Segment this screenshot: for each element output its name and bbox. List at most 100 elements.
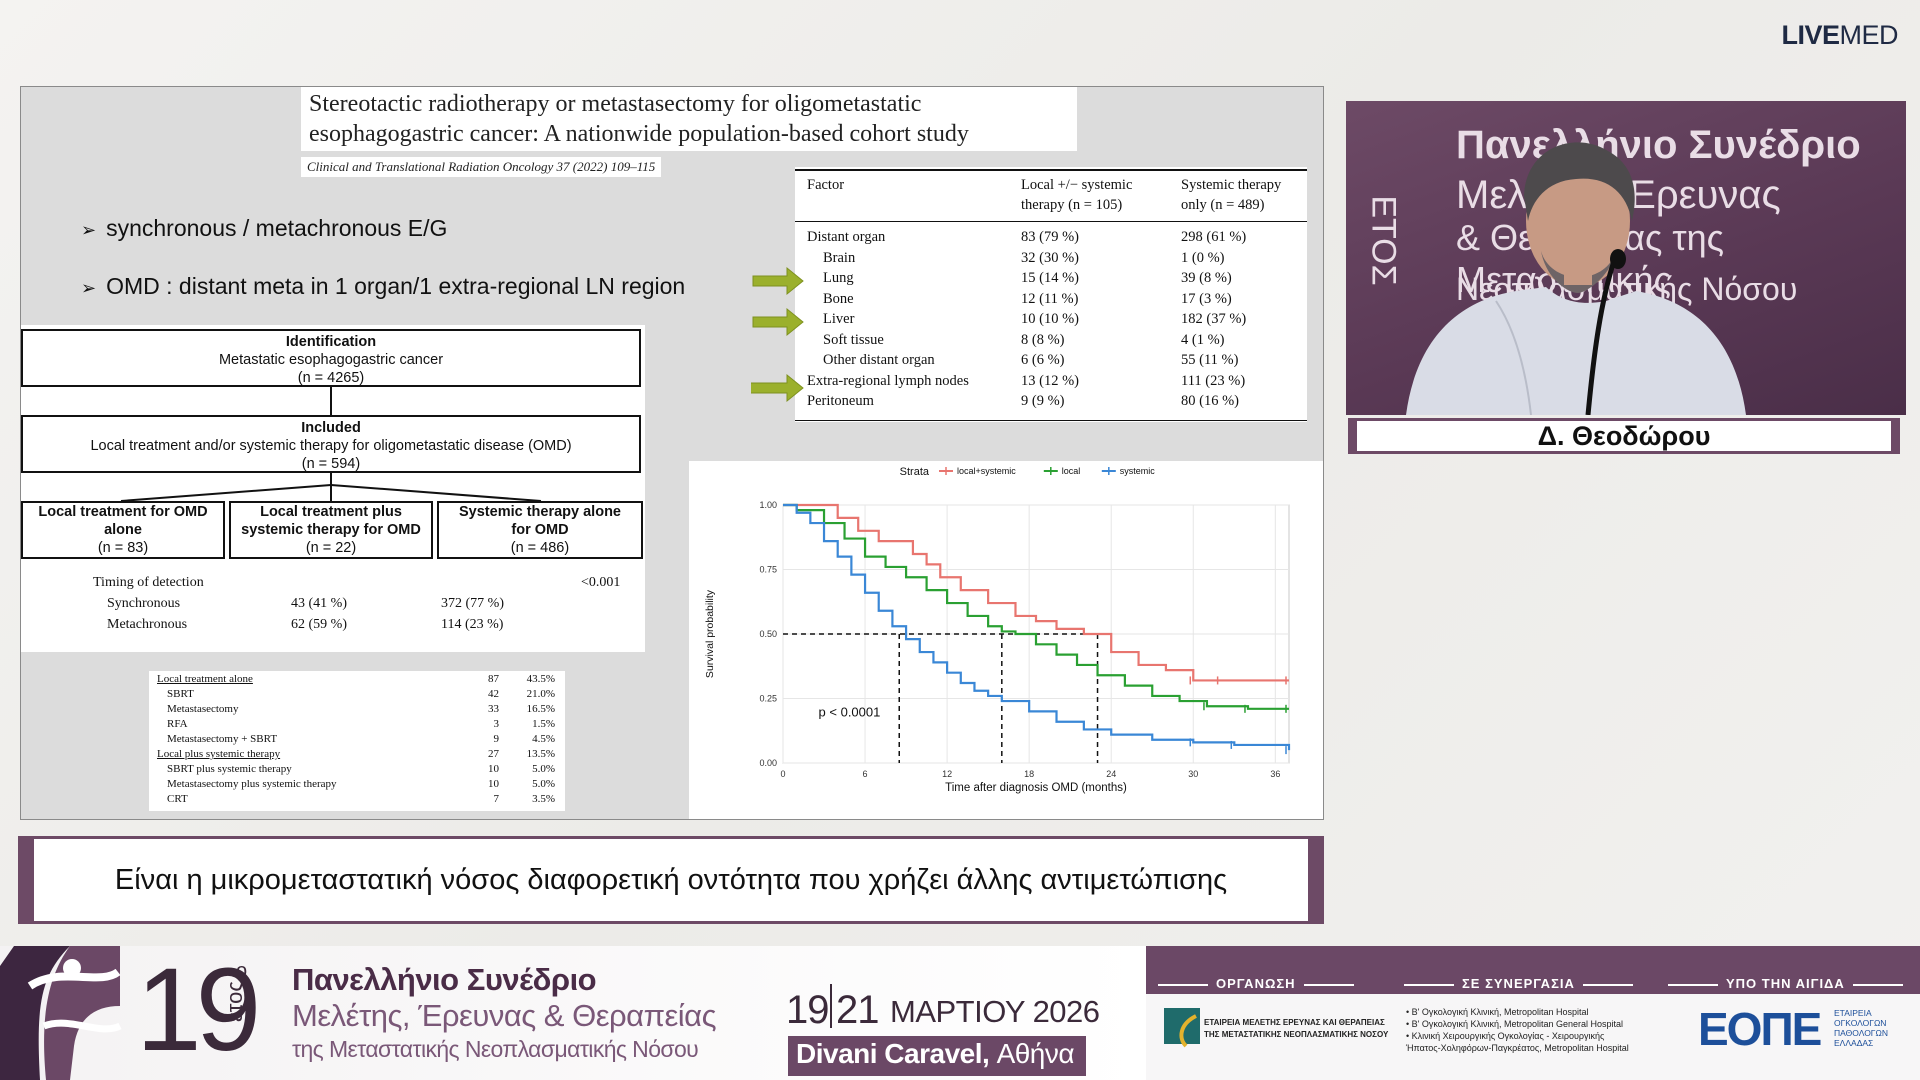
branch-box-local-systemic: Local treatment plus systemic therapy fo… [229, 501, 433, 559]
bullet-arrow-icon: ➢ [81, 220, 97, 240]
edition-superscript: ο [236, 960, 248, 982]
y-tick-label: 1.00 [759, 500, 777, 510]
organization-label: ΟΡΓΑΝΩΣΗ [1150, 976, 1362, 991]
treatment-percent: 5.0% [532, 763, 555, 775]
factor-row-label: Brain [823, 249, 856, 266]
flow-connector [330, 387, 332, 415]
venue-city: Αθήνα [996, 1038, 1075, 1069]
factor-row-systemic: 182 (37 %) [1181, 311, 1247, 327]
treatment-percent: 4.5% [532, 733, 555, 745]
branch-systemic-line2: for OMD [511, 522, 569, 538]
identification-title: Identification [285, 334, 377, 350]
bullet-1: ➢ synchronous / metachronous E/G [81, 215, 447, 242]
table-rule [795, 169, 1307, 171]
factor-row-label: Liver [823, 311, 855, 327]
cooperation-item: • Κλινική Χειρουργικής Ογκολογίας - Χειρ… [1406, 1031, 1605, 1041]
factor-row-label: Other distant organ [823, 352, 935, 368]
factor-row-local: 15 (14 %) [1021, 270, 1079, 286]
treatment-count: 42 [488, 688, 499, 700]
factor-row-systemic: 111 (23 %) [1181, 372, 1246, 389]
branch-box-local: Local treatment for OMD alone (n = 83) [21, 501, 225, 559]
date-month: ΜΑΡΤΙΟΥ 2026 [890, 994, 1100, 1029]
treatment-row: Local treatment alone 87 43.5% [149, 673, 565, 687]
treatment-label: Metastasectomy plus systemic therapy [167, 778, 337, 790]
treatment-percent: 3.5% [532, 793, 555, 805]
treatment-percent: 5.0% [532, 778, 555, 790]
branch-local-systemic-line2: systemic therapy for OMD [241, 522, 421, 538]
factor-row-systemic: 4 (1 %) [1181, 331, 1225, 348]
treatment-count: 10 [488, 778, 499, 790]
timing-row-a: 62 (59 %) [291, 617, 347, 632]
identification-box: Identification Metastatic esophagogastri… [21, 329, 641, 387]
date-start: 19 [786, 988, 829, 1032]
metastasis-site-table: Factor Local +/− systemic therapy (n = 1… [795, 167, 1307, 422]
cooperation-list: • Β' Ογκολογική Κλινική, Metropolitan Ho… [1406, 1006, 1629, 1054]
cooperation-item: • Β' Ογκολογική Κλινική, Metropolitan Ge… [1406, 1019, 1624, 1029]
treatment-row: Local plus systemic therapy 27 13.5% [149, 748, 565, 762]
green-arrow-icon [752, 307, 804, 337]
branch-local-systemic-line1: Local treatment plus [260, 504, 402, 520]
factor-row-local: 12 (11 %) [1021, 290, 1079, 307]
legend-label: local [1062, 466, 1081, 476]
eope-line: ΟΓΚΟΛΟΓΩΝ [1834, 1018, 1887, 1028]
x-axis-label: Time after diagnosis OMD (months) [945, 782, 1127, 794]
treatment-count: 87 [488, 673, 499, 685]
venue-bold: Divani Caravel, [796, 1038, 990, 1069]
treatment-table: Local treatment alone 87 43.5% SBRT 42 21.0% M… [149, 671, 565, 811]
treatment-row: RFA 3 1.5% [149, 718, 565, 732]
table-rule [795, 221, 1307, 222]
x-tick-label: 6 [863, 769, 868, 779]
venue-name: Divani Caravel, Αθήνα [796, 1038, 1075, 1070]
treatment-label: RFA [167, 718, 188, 730]
included-text: Local treatment and/or systemic therapy … [90, 438, 572, 454]
branch-local-systemic-n: (n = 22) [305, 540, 357, 556]
paper-title: Stereotactic radiotherapy or metastasect… [301, 87, 1077, 151]
flow-branch-arrows [120, 473, 542, 502]
factor-row-systemic: 55 (11 %) [1181, 352, 1239, 368]
x-tick-label: 30 [1188, 769, 1198, 779]
table-rule [795, 420, 1307, 421]
treatment-label: Metastasectomy [167, 703, 239, 715]
speaker-name-bar: Δ. Θεοδώρου [1348, 418, 1900, 454]
y-axis-label: Survival probability [704, 589, 716, 678]
treatment-label: Local plus systemic therapy [157, 748, 281, 760]
treatment-label: Metastasectomy + SBRT [167, 733, 278, 745]
factor-row-label: Bone [823, 290, 854, 307]
x-tick-label: 0 [780, 769, 785, 779]
livemed-logo: LIVEMED [1781, 20, 1898, 51]
x-tick-label: 18 [1024, 769, 1034, 779]
cooperation-label: ΣΕ ΣΥΝΕΡΓΑΣΙΑ [1396, 976, 1641, 991]
timing-row-b: 372 (77 %) [441, 596, 504, 611]
legend-title: Strata [900, 466, 930, 478]
green-arrow-icon [752, 266, 804, 296]
congress-logo-icon [0, 946, 122, 1080]
paper-title-line-1: Stereotactic radiotherapy or metastasect… [309, 91, 922, 117]
kaplan-meier-chart: 0.00 0.25 0.50 0.75 1.00 0 6 12 18 24 30 36 Time aft… [689, 461, 1323, 819]
eope-line: ΠΑΘΟΛΟΓΩΝ [1834, 1028, 1888, 1038]
eope-logo: ΕΟΠΕ [1698, 1003, 1822, 1055]
speaker-video: Πανελλήνιο Συνέδριο Μελέτης, Έρευνας & Θ… [1346, 101, 1906, 415]
factor-row-systemic: 17 (3 %) [1181, 290, 1232, 307]
branch-systemic-line1: Systemic therapy alone [459, 504, 621, 520]
treatment-label: CRT [167, 793, 188, 805]
factor-row-systemic: 39 (8 %) [1181, 270, 1232, 286]
eope-text: ΕΤΑΙΡΕΙΑ ΟΓΚΟΛΟΓΩΝ ΠΑΘΟΛΟΓΩΝ ΕΛΛΑΔΑΣ [1834, 1008, 1888, 1048]
treatment-count: 27 [488, 748, 499, 760]
x-tick-label: 36 [1270, 769, 1280, 779]
treatment-label: SBRT plus systemic therapy [167, 763, 292, 775]
date-end: 21 [836, 988, 879, 1032]
congress-title-2: Μελέτης, Έρευνας & Θεραπείας [292, 998, 717, 1033]
branch-local-n: (n = 83) [97, 540, 149, 556]
brand-med: MED [1839, 20, 1899, 50]
branch-box-systemic: Systemic therapy alone for OMD (n = 486) [437, 501, 643, 559]
y-tick-label: 0.50 [759, 629, 777, 639]
treatment-percent: 43.5% [526, 673, 555, 685]
branch-local-line2: alone [104, 522, 142, 538]
treatment-count: 9 [493, 733, 500, 745]
identification-text: Metastatic esophagogastric cancer [218, 352, 444, 368]
eope-line: ΕΛΛΑΔΑΣ [1834, 1038, 1874, 1048]
treatment-row: SBRT plus systemic therapy 10 5.0% [149, 763, 565, 777]
factor-row-systemic: 80 (16 %) [1181, 393, 1239, 409]
timing-row-a: 43 (41 %) [291, 596, 347, 611]
organizer-text-2: ΤΗΣ ΜΕΤΑΣΤΑΤΙΚΗΣ ΝΕΟΠΛΑΣΜΑΤΙΚΗΣ ΝΟΣΟΥ [1204, 1030, 1389, 1039]
